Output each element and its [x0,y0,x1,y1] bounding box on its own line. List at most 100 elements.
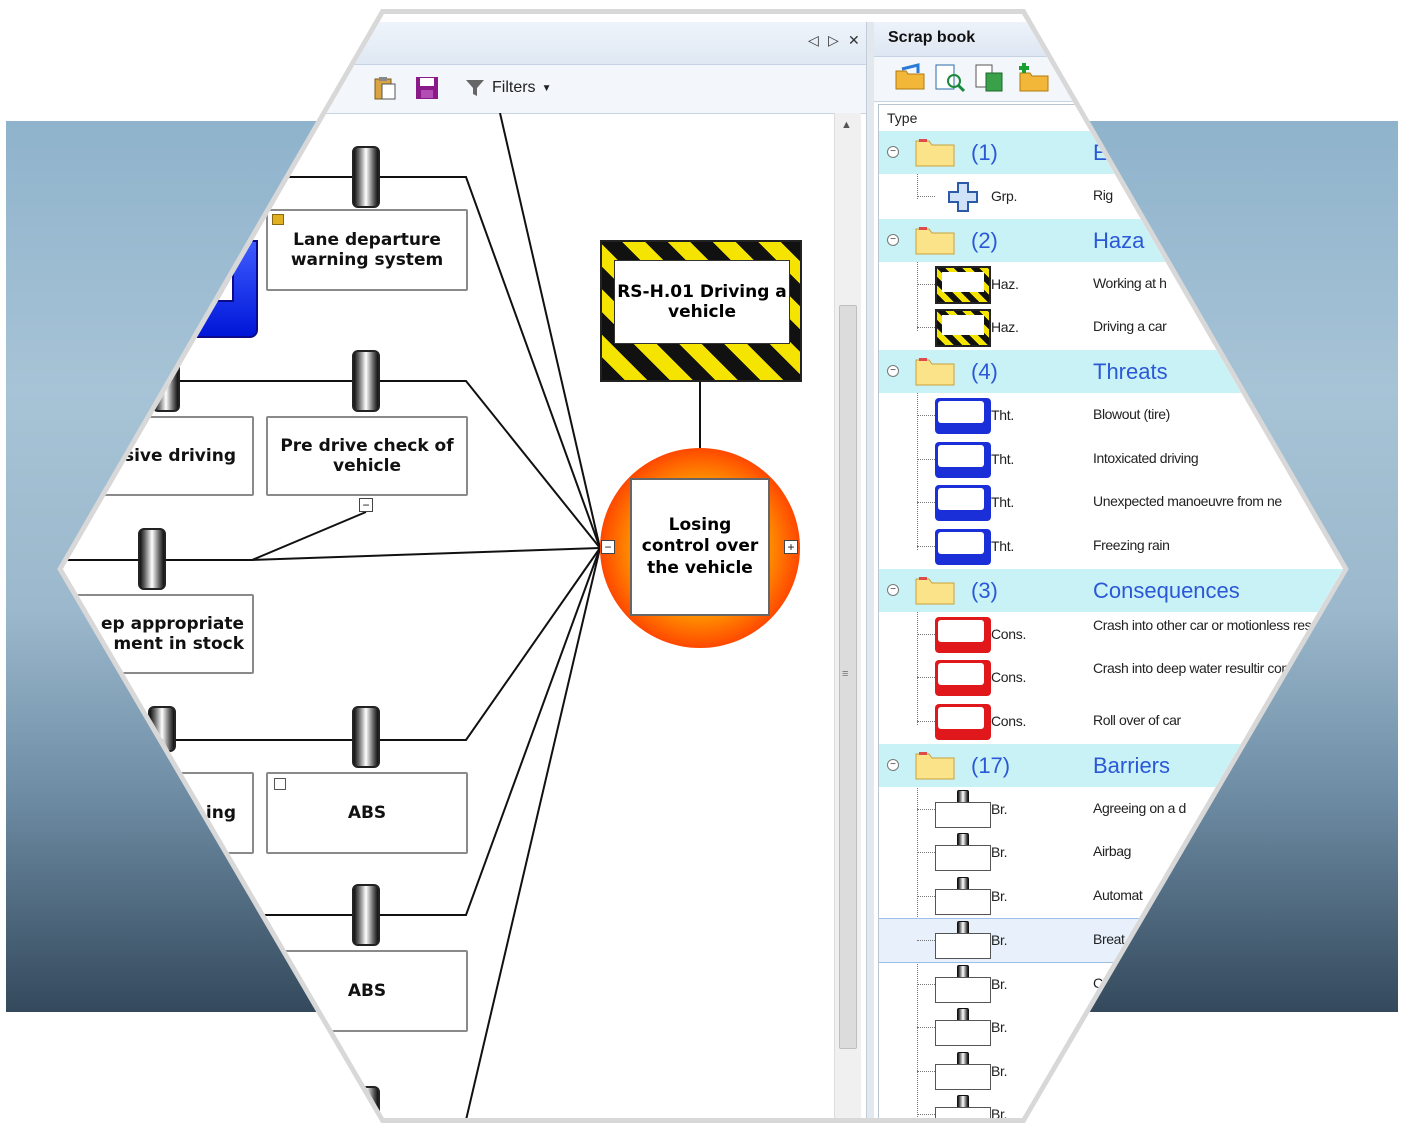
filters-button[interactable]: Filters ▼ [458,73,557,103]
barrier-thumbnail [935,1008,991,1048]
top-event-node[interactable]: Losing control over the vehicle [600,448,800,648]
close-icon[interactable]: ✕ [848,32,860,49]
tree-line [917,1027,935,1028]
tree-line [917,459,935,460]
chevron-down-icon: ▼ [541,82,552,94]
barrier-thumbnail [935,965,991,1005]
hazard-label: RS-H.01 Driving a vehicle [614,260,790,344]
save-icon[interactable] [414,75,440,101]
barrier-thumbnail [935,1052,991,1092]
barrier-handle[interactable] [138,528,166,590]
collapse-icon[interactable]: − [887,234,899,246]
item-description: Working at h [1093,275,1167,291]
tree-line [917,415,935,416]
barrier-abs[interactable]: ABS [266,772,468,854]
barrier-thumbnail [935,833,991,873]
tree-line [917,721,935,722]
item-type: Br. [991,801,1008,817]
folder-icon [915,358,955,386]
consequence-thumbnail [935,660,991,696]
item-description: Automat [1093,887,1143,903]
paste-icon[interactable] [372,75,398,101]
export-icon[interactable] [974,63,1006,93]
item-type: Grp. [991,188,1018,204]
collapse-icon[interactable]: − [887,146,899,158]
collapse-icon[interactable]: − [887,759,899,771]
consequence-thumbnail [935,704,991,740]
threat-thumbnail [935,398,991,434]
barrier-handle[interactable] [352,884,380,946]
item-type: Tht. [991,494,1014,510]
tree-line [917,940,935,941]
barrier-handle[interactable] [352,146,380,208]
barrier-thumbnail [935,921,991,961]
preview-icon[interactable] [934,63,966,93]
item-type: Tht. [991,407,1014,423]
document-icon [274,778,286,790]
group-cross-icon [948,182,978,212]
barrier-lane-departure[interactable]: Lane departure warning system [266,209,468,291]
tree-line [917,546,935,547]
grip-icon: ≡ [842,668,849,680]
barrier-pre-drive-check[interactable]: Pre drive check of vehicle [266,416,468,496]
barrier-label: ABS [347,802,387,823]
hazard-node[interactable]: RS-H.01 Driving a vehicle [600,240,802,382]
folder-icon [915,752,955,780]
hazard-thumbnail [935,266,991,304]
vertical-scrollbar[interactable]: ▲ ≡ [834,113,861,1118]
tree-line [917,502,935,503]
group-name: Consequences [1093,578,1240,603]
item-description: Blowout (tire) [1093,406,1170,422]
item-type: Tht. [991,451,1014,467]
expand-right-button[interactable]: + [784,540,798,554]
item-type: Haz. [991,319,1019,335]
barrier-label: Pre drive check of vehicle [280,435,454,476]
scroll-up-icon[interactable]: ▲ [841,119,852,131]
tree-line [917,196,935,197]
group-count: (4) [971,359,998,384]
item-type: Br. [991,976,1008,992]
item-description: Breat [1093,931,1125,947]
barrier-label: ing [205,802,236,823]
item-description: Airbag [1093,843,1132,859]
barrier-thumbnail [935,877,991,917]
tree-line [917,327,935,328]
tree-line [917,896,935,897]
group-count: (2) [971,228,998,253]
item-type: Haz. [991,276,1019,292]
group-count: (1) [971,140,998,165]
barrier-thumbnail [935,790,991,830]
barrier-label: ABS [347,980,387,1001]
open-folder-icon[interactable] [894,63,928,93]
tree-line [917,1114,935,1115]
item-type: Tht. [991,538,1014,554]
item-type: Br. [991,844,1008,860]
threat-thumbnail [935,485,991,521]
add-folder-icon[interactable] [1016,61,1052,93]
filter-icon [466,80,484,96]
next-tab-icon[interactable]: ▷ [828,32,839,49]
scrap-book-title: Scrap book [888,29,976,46]
item-description: Roll over of car [1093,712,1181,728]
group-name: Threats [1093,359,1168,384]
tree-line [917,1071,935,1072]
collapse-icon[interactable]: − [887,584,899,596]
prev-tab-icon[interactable]: ◁ [808,32,819,49]
filters-label: Filters [492,79,536,96]
folder-icon [915,227,955,255]
collapse-left-button[interactable]: − [601,540,615,554]
item-description: Agreeing on a d [1093,800,1186,816]
column-type-header[interactable]: Type [887,110,917,126]
item-type: Br. [991,888,1008,904]
item-description: Intoxicated driving [1093,450,1199,466]
group-name: Haza [1093,228,1145,253]
barrier-thumbnail [935,1095,991,1118]
note-icon [272,214,284,225]
collapse-button[interactable]: − [359,498,373,512]
collapse-icon[interactable]: − [887,365,899,377]
barrier-handle[interactable] [352,350,380,412]
threat-thumbnail [935,529,991,565]
item-type: Cons. [991,713,1027,729]
barrier-handle[interactable] [352,706,380,768]
barrier-label: ep appropriate ment in stock [101,613,244,654]
